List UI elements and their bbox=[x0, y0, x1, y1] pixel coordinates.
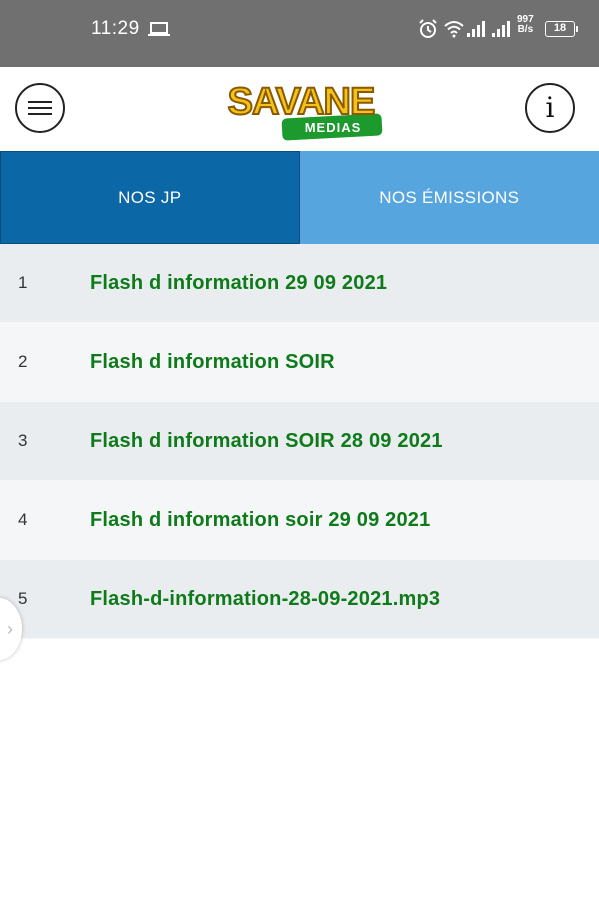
savane-medias-logo: SAVANE MEDIAS bbox=[227, 80, 383, 141]
laptop-icon bbox=[148, 22, 170, 36]
alarm-icon bbox=[419, 19, 437, 38]
item-title: Flash-d-information-28-09-2021.mp3 bbox=[90, 587, 441, 610]
hamburger-menu-icon bbox=[28, 101, 52, 115]
svg-text:MEDIAS: MEDIAS bbox=[305, 120, 362, 135]
svg-text:SAVANE: SAVANE bbox=[228, 81, 375, 123]
status-time: 11:29 bbox=[91, 18, 140, 39]
item-number: 1 bbox=[18, 273, 28, 292]
list-item[interactable]: 4 Flash d information soir 29 09 2021 bbox=[0, 481, 599, 560]
tab-bar: NOS JP NOS ÉMISSIONS bbox=[0, 151, 599, 244]
list-item[interactable]: 3 Flash d information SOIR 28 09 2021 bbox=[0, 402, 599, 481]
item-title: Flash d information 29 09 2021 bbox=[90, 271, 388, 294]
list-item[interactable]: 1 Flash d information 29 09 2021 bbox=[0, 244, 599, 323]
net-speed: 997 B/s bbox=[517, 15, 534, 35]
item-number: 4 bbox=[18, 510, 28, 529]
item-title: Flash d information SOIR bbox=[90, 350, 335, 373]
info-icon: i bbox=[545, 91, 555, 124]
list-item[interactable]: 2 Flash d information SOIR bbox=[0, 323, 599, 402]
tab-nos-emissions[interactable]: NOS ÉMISSIONS bbox=[299, 151, 599, 244]
wifi-icon bbox=[444, 21, 464, 38]
app-header: SAVANE MEDIAS i bbox=[0, 67, 599, 151]
chevron-right-icon: › bbox=[7, 618, 13, 639]
item-title: Flash d information soir 29 09 2021 bbox=[90, 508, 431, 531]
battery-icon: 18 bbox=[545, 21, 578, 37]
item-title: Flash d information SOIR 28 09 2021 bbox=[90, 429, 443, 452]
episode-list: 1 Flash d information 29 09 2021 2 Flash… bbox=[0, 244, 599, 639]
menu-button[interactable] bbox=[15, 83, 65, 133]
signal-icon bbox=[467, 21, 485, 37]
list-item[interactable]: 5 Flash-d-information-28-09-2021.mp3 bbox=[0, 560, 599, 639]
item-number: 3 bbox=[18, 431, 28, 450]
net-speed-unit: B/s bbox=[517, 24, 534, 35]
tab-nos-jp[interactable]: NOS JP bbox=[0, 151, 300, 244]
status-bar: 11:29 997 B/s 18 bbox=[0, 0, 599, 67]
item-number: 2 bbox=[18, 352, 28, 371]
info-button[interactable]: i bbox=[525, 83, 575, 133]
signal-icon bbox=[492, 21, 510, 37]
